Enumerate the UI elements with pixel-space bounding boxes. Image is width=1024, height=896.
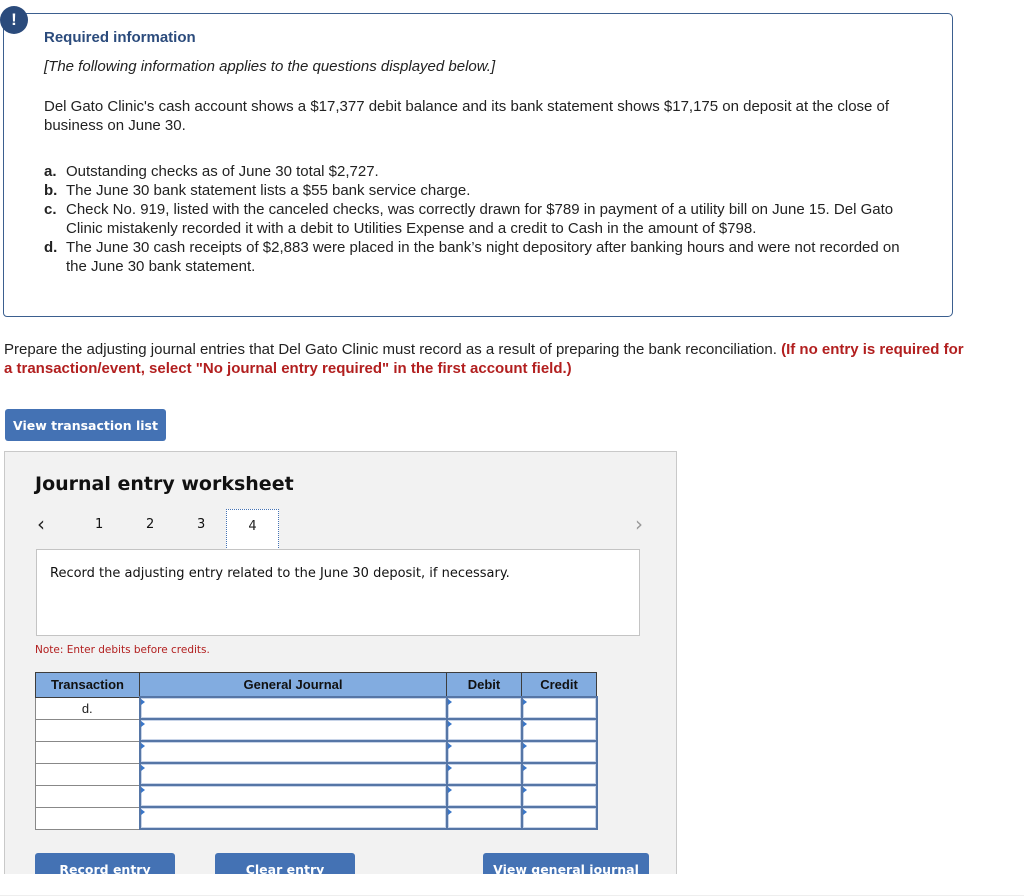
info-note: [The following information applies to th… [44, 58, 496, 75]
credit-input[interactable] [520, 696, 598, 720]
journal-entry-worksheet: Journal entry worksheet ‹ 1 2 3 4 › Reco… [4, 451, 677, 881]
header-debit: Debit [446, 672, 522, 698]
debit-input[interactable] [445, 784, 523, 808]
item-letter: b. [44, 182, 58, 199]
table-row [35, 718, 598, 742]
view-transaction-list-button[interactable]: View transaction list [5, 409, 166, 441]
table-row [35, 740, 598, 764]
info-list-item: c. Check No. 919, listed with the cancele… [44, 200, 914, 238]
tab-4-active[interactable]: 4 [226, 509, 279, 550]
credit-input[interactable] [520, 762, 598, 786]
question-prompt: Prepare the adjusting journal entries th… [4, 340, 964, 378]
journal-table: Transaction General Journal Debit Credit… [35, 672, 598, 830]
transaction-cell [35, 762, 140, 786]
account-input[interactable] [138, 762, 448, 786]
credit-input[interactable] [520, 740, 598, 764]
info-paragraph: Del Gato Clinic's cash account shows a $… [44, 98, 890, 134]
info-list-item: b. The June 30 bank statement lists a $55… [44, 181, 914, 200]
info-list: a. Outstanding checks as of June 30 total… [44, 162, 914, 276]
chevron-left-icon[interactable]: ‹ [37, 512, 45, 536]
tab-3[interactable]: 3 [197, 517, 205, 532]
info-list-item: a. Outstanding checks as of June 30 total… [44, 162, 914, 181]
credit-input[interactable] [520, 806, 598, 830]
transaction-cell [35, 806, 140, 830]
transaction-cell [35, 740, 140, 764]
debit-input[interactable] [445, 718, 523, 742]
tab-2[interactable]: 2 [146, 517, 154, 532]
alert-icon: ! [0, 6, 28, 34]
debit-input[interactable] [445, 806, 523, 830]
header-transaction: Transaction [35, 672, 140, 698]
info-list-item: d. The June 30 cash receipts of $2,883 we… [44, 238, 914, 276]
item-text: Check No. 919, listed with the canceled … [66, 201, 894, 237]
chevron-right-icon[interactable]: › [635, 512, 643, 536]
transaction-cell [35, 784, 140, 808]
item-letter: a. [44, 163, 57, 180]
entry-description-box: Record the adjusting entry related to th… [36, 549, 640, 636]
account-input[interactable] [138, 740, 448, 764]
header-general-journal: General Journal [139, 672, 447, 698]
transaction-cell: d. [35, 696, 140, 720]
item-letter: d. [44, 239, 58, 256]
item-text: Outstanding checks as of June 30 total $… [66, 163, 379, 180]
viewport-bottom-edge [0, 874, 1024, 896]
transaction-cell [35, 718, 140, 742]
prompt-text: Prepare the adjusting journal entries th… [4, 341, 782, 358]
entry-description: Record the adjusting entry related to th… [50, 566, 510, 581]
worksheet-title: Journal entry worksheet [35, 473, 294, 495]
table-row [35, 762, 598, 786]
table-row [35, 806, 598, 830]
credit-input[interactable] [520, 718, 598, 742]
tab-1[interactable]: 1 [95, 517, 103, 532]
account-input[interactable] [138, 718, 448, 742]
table-row: d. [35, 696, 598, 720]
debit-input[interactable] [445, 762, 523, 786]
debit-input[interactable] [445, 740, 523, 764]
header-credit: Credit [521, 672, 597, 698]
table-header-row: Transaction General Journal Debit Credit [35, 672, 597, 698]
debits-note: Note: Enter debits before credits. [35, 644, 210, 656]
table-row [35, 784, 598, 808]
account-input[interactable] [138, 806, 448, 830]
item-letter: c. [44, 201, 57, 218]
info-title: Required information [44, 29, 196, 46]
account-input[interactable] [138, 696, 448, 720]
item-text: The June 30 cash receipts of $2,883 were… [66, 239, 900, 275]
debit-input[interactable] [445, 696, 523, 720]
item-text: The June 30 bank statement lists a $55 b… [66, 182, 471, 199]
credit-input[interactable] [520, 784, 598, 808]
account-input[interactable] [138, 784, 448, 808]
